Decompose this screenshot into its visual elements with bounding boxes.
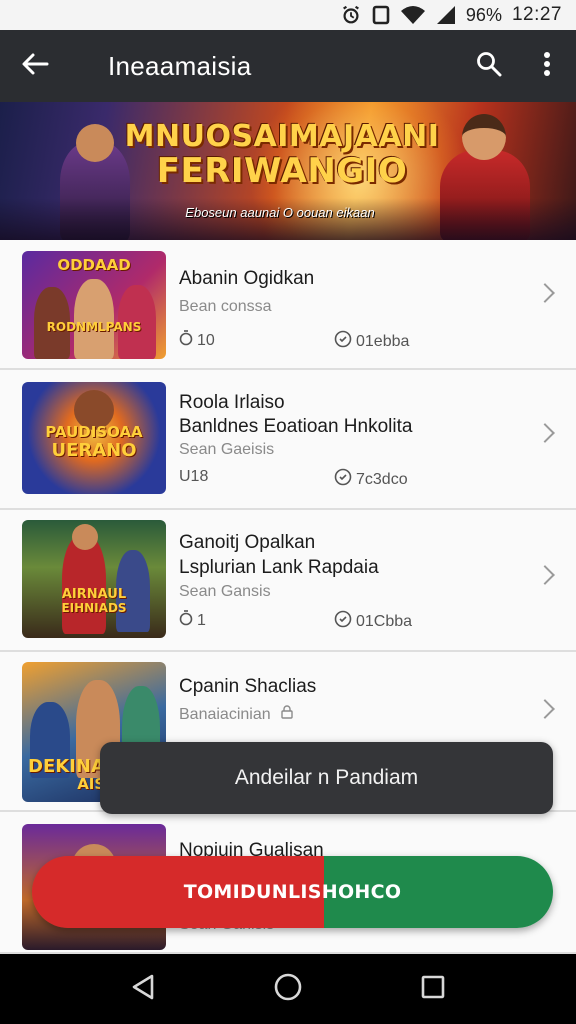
item-subtitle: Banaiacinian — [179, 705, 293, 724]
chevron-right-icon — [535, 423, 555, 443]
list-item[interactable]: ODDAAD RODNMLPANS Abanin Ogidkan Bean co… — [0, 240, 576, 370]
thumb-title: PAUDISOAA — [45, 423, 143, 441]
clock-icon — [334, 330, 352, 353]
banner-title: MNUOSAIMAJAANI FERIWANGIO — [124, 119, 440, 191]
banner-subtitle: Eboseun aaunai O oouan eikaan — [185, 205, 375, 220]
item-meta-count: U18 — [179, 468, 209, 485]
thumb-title: ODDAAD — [57, 256, 131, 274]
chevron-right-icon — [535, 699, 555, 719]
app-bar: Ineaamaisia — [0, 30, 576, 102]
clock: 12:27 — [511, 4, 562, 25]
item-title-secondary: Banldnes Eoatioan Hnkolita — [179, 416, 413, 437]
nav-back-button[interactable] — [113, 959, 173, 1019]
toast-message: Andeilar n Pandiam — [100, 742, 553, 814]
item-meta-count: 1 — [179, 610, 206, 631]
nav-home-button[interactable] — [258, 959, 318, 1019]
wifi-icon — [400, 5, 426, 25]
primary-action-label: TOMIDUNLISHOHCO — [183, 881, 402, 903]
square-recents-icon — [420, 974, 446, 1005]
clock-icon — [334, 468, 352, 491]
arrow-back-icon — [21, 52, 49, 81]
banner-hero-head-left — [76, 124, 114, 162]
item-title: Roola Irlaiso — [179, 392, 285, 413]
thumb-subtitle: EIHNIADS — [61, 601, 127, 615]
search-icon — [476, 51, 502, 82]
item-title-secondary: Lsplurian Lank Rapdaia — [179, 557, 379, 578]
page-title: Ineaamaisia — [108, 50, 252, 81]
banner-hero-head-right — [462, 114, 506, 160]
item-title: Abanin Ogidkan — [179, 268, 315, 289]
thumb-subtitle: RODNMLPANS — [46, 320, 142, 334]
battery-percent: 96% — [465, 4, 502, 25]
item-thumbnail: AIRNAUL EIHNIADS — [22, 520, 166, 638]
signal-icon — [436, 5, 456, 25]
chevron-right-icon — [535, 565, 555, 585]
more-vert-icon — [543, 51, 551, 82]
status-bar: 96% 12:27 — [0, 0, 576, 30]
stopwatch-icon — [179, 330, 193, 351]
notification-square-icon — [372, 5, 390, 25]
item-subtitle: Sean Gansis — [179, 583, 271, 600]
item-title: Cpanin Shaclias — [179, 676, 317, 697]
thumb-subtitle: UERANO — [51, 440, 137, 461]
item-subtitle: Bean conssa — [179, 298, 272, 315]
overflow-menu-button[interactable] — [518, 30, 576, 102]
item-meta-count: 10 — [179, 330, 215, 351]
triangle-back-icon — [130, 973, 156, 1006]
search-button[interactable] — [460, 30, 518, 102]
thumb-figure — [72, 524, 98, 550]
promo-banner[interactable]: MNUOSAIMAJAANI FERIWANGIO Eboseun aaunai… — [0, 102, 576, 240]
primary-action-button[interactable]: TOMIDUNLISHOHCO — [32, 856, 553, 928]
item-thumbnail: ODDAAD RODNMLPANS — [22, 251, 166, 359]
nav-recents-button[interactable] — [403, 959, 463, 1019]
item-subtitle: Sean Gaeisis — [179, 441, 275, 458]
alarm-icon — [340, 4, 362, 26]
list-item[interactable]: AIRNAUL EIHNIADS Ganoitj Opalkan Lspluri… — [0, 510, 576, 652]
system-nav-bar — [0, 954, 576, 1024]
item-meta-time: 7c3dco — [334, 468, 408, 491]
item-thumbnail: PAUDISOAA UERANO — [22, 382, 166, 494]
back-button[interactable] — [0, 30, 70, 102]
clock-icon — [334, 610, 352, 633]
circle-home-icon — [273, 972, 303, 1007]
item-meta-time: 01Cbba — [334, 610, 412, 633]
item-meta-time: 01ebba — [334, 330, 409, 353]
lock-icon — [281, 705, 293, 723]
stopwatch-icon — [179, 610, 193, 631]
list-item[interactable]: PAUDISOAA UERANO Roola Irlaiso Banldnes … — [0, 370, 576, 510]
item-title: Ganoitj Opalkan — [179, 532, 316, 553]
chevron-right-icon — [535, 283, 555, 303]
